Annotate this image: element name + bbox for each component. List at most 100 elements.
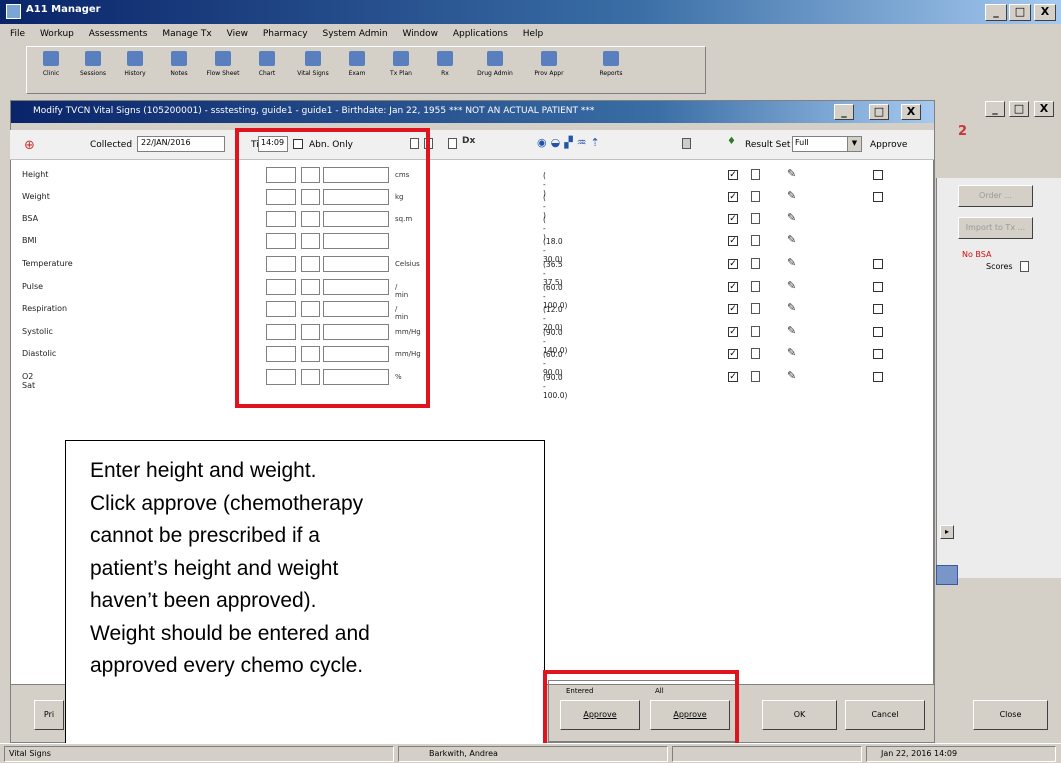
diastolic-approve-checkbox[interactable] [873, 349, 883, 359]
callout-line: approved every chemo cycle. [90, 654, 364, 677]
pulse-note-icon[interactable] [751, 281, 760, 292]
systolic-edit-icon[interactable]: ✎ [787, 324, 796, 337]
diastolic-note-icon[interactable] [751, 348, 760, 359]
result-filter-icon[interactable]: ♦ [727, 136, 736, 147]
tool-label: Vital Signs [297, 70, 329, 77]
pulse-include-checkbox[interactable]: ✓ [728, 282, 738, 292]
tool-label: Flow Sheet [206, 70, 240, 77]
tool-label: Notes [170, 70, 188, 77]
tool-label: Exam [348, 70, 366, 77]
tool-flow-sheet[interactable]: Flow Sheet [199, 51, 247, 77]
respiration-edit-icon[interactable]: ✎ [787, 301, 796, 314]
app-title-bar: A11 Manager [0, 0, 1061, 24]
close-button[interactable]: Close [973, 700, 1048, 730]
scroll-thumb[interactable] [936, 565, 958, 585]
tool-vital-signs[interactable]: Vital Signs [289, 51, 337, 77]
tool-notes[interactable]: Notes [155, 51, 203, 77]
callout-line: patient’s height and weight [90, 556, 339, 580]
tool-rx[interactable]: Rx [421, 51, 469, 77]
child-maximize-button[interactable]: □ [869, 104, 889, 120]
status-bar: Vital Signs Barkwith, Andrea Jan 22, 201… [0, 743, 1061, 763]
tools-icons[interactable]: ◉◒▞♒⇡ [537, 136, 604, 149]
height-include-checkbox[interactable]: ✓ [728, 170, 738, 180]
pulse-edit-icon[interactable]: ✎ [787, 279, 796, 292]
child-minimize-button[interactable]: _ [834, 104, 854, 120]
right-minimize-button[interactable]: _ [985, 101, 1005, 117]
weight-approve-checkbox[interactable] [873, 192, 883, 202]
bsa-note-icon[interactable] [751, 213, 760, 224]
systolic-include-checkbox[interactable]: ✓ [728, 327, 738, 337]
height-edit-icon[interactable]: ✎ [787, 167, 796, 180]
menu-workup[interactable]: Workup [40, 29, 74, 39]
systolic-note-icon[interactable] [751, 326, 760, 337]
minimize-button[interactable]: _ [985, 4, 1007, 21]
scroll-right-arrow[interactable]: ▸ [940, 525, 954, 539]
scores-icon[interactable] [1020, 261, 1029, 272]
tool-reports[interactable]: Reports [587, 51, 635, 77]
temperature-approve-checkbox[interactable] [873, 259, 883, 269]
weight-edit-icon[interactable]: ✎ [787, 189, 796, 202]
chevron-down-icon[interactable]: ▼ [847, 137, 861, 151]
import-to-tx-button[interactable]: Import to Tx ... [958, 217, 1033, 239]
menu-window[interactable]: Window [402, 29, 438, 39]
bsa-include-checkbox[interactable]: ✓ [728, 214, 738, 224]
respiration-note-icon[interactable] [751, 303, 760, 314]
menu-manage-tx[interactable]: Manage Tx [162, 29, 211, 39]
child-close-button[interactable]: X [901, 104, 921, 120]
tool-chart[interactable]: Chart [243, 51, 291, 77]
cancel-button[interactable]: Cancel [845, 700, 925, 730]
print-icon[interactable] [682, 138, 691, 149]
temperature-include-checkbox[interactable]: ✓ [728, 259, 738, 269]
scores-label[interactable]: Scores [986, 262, 1013, 271]
o2-sat-edit-icon[interactable]: ✎ [787, 369, 796, 382]
menu-applications[interactable]: Applications [453, 29, 508, 39]
respiration-include-checkbox[interactable]: ✓ [728, 304, 738, 314]
weight-include-checkbox[interactable]: ✓ [728, 192, 738, 202]
height-note-icon[interactable] [751, 169, 760, 180]
weight-note-icon[interactable] [751, 191, 760, 202]
close-window-button[interactable]: X [1034, 4, 1056, 21]
diastolic-edit-icon[interactable]: ✎ [787, 346, 796, 359]
o2-sat-note-icon[interactable] [751, 371, 760, 382]
callout-line: Weight should be entered and [90, 621, 370, 645]
respiration-approve-checkbox[interactable] [873, 304, 883, 314]
dx-icon[interactable]: Dx [462, 136, 475, 146]
tool-drug-admin[interactable]: Drug Admin [471, 51, 519, 77]
bmi-edit-icon[interactable]: ✎ [787, 233, 796, 246]
result-set-select[interactable]: Full ▼ [792, 136, 862, 152]
diastolic-include-checkbox[interactable]: ✓ [728, 349, 738, 359]
ok-button[interactable]: OK [762, 700, 837, 730]
tool-exam[interactable]: Exam [333, 51, 381, 77]
menu-pharmacy[interactable]: Pharmacy [263, 29, 308, 39]
menu-help[interactable]: Help [523, 29, 544, 39]
tool-clinic[interactable]: Clinic [27, 51, 75, 77]
right-maximize-button[interactable]: □ [1009, 101, 1029, 117]
menu-assessments[interactable]: Assessments [89, 29, 148, 39]
menu-view[interactable]: View [227, 29, 248, 39]
order-button[interactable]: Order ... [958, 185, 1033, 207]
o2-sat-include-checkbox[interactable]: ✓ [728, 372, 738, 382]
tool-sessions[interactable]: Sessions [69, 51, 117, 77]
height-approve-checkbox[interactable] [873, 170, 883, 180]
maximize-button[interactable]: □ [1009, 4, 1031, 21]
bmi-include-checkbox[interactable]: ✓ [728, 236, 738, 246]
print-button[interactable]: Pri [34, 700, 64, 730]
menu-file[interactable]: File [10, 29, 25, 39]
graph-icon[interactable] [448, 138, 457, 149]
menu-system-admin[interactable]: System Admin [322, 29, 387, 39]
temperature-edit-icon[interactable]: ✎ [787, 256, 796, 269]
bmi-note-icon[interactable] [751, 235, 760, 246]
bsa-edit-icon[interactable]: ✎ [787, 211, 796, 224]
tool-history[interactable]: History [111, 51, 159, 77]
right-close-button[interactable]: X [1034, 101, 1054, 117]
row-label-weight: Weight [22, 192, 50, 201]
tool-label: Tx Plan [390, 70, 412, 77]
tool-prov-appr[interactable]: Prov Appr [525, 51, 573, 77]
pulse-approve-checkbox[interactable] [873, 282, 883, 292]
collected-date-input[interactable]: 22/JAN/2016 [137, 136, 225, 152]
systolic-approve-checkbox[interactable] [873, 327, 883, 337]
alert-icon: 2 [958, 124, 968, 139]
o2-sat-approve-checkbox[interactable] [873, 372, 883, 382]
temperature-note-icon[interactable] [751, 258, 760, 269]
tool-tx-plan[interactable]: Tx Plan [377, 51, 425, 77]
